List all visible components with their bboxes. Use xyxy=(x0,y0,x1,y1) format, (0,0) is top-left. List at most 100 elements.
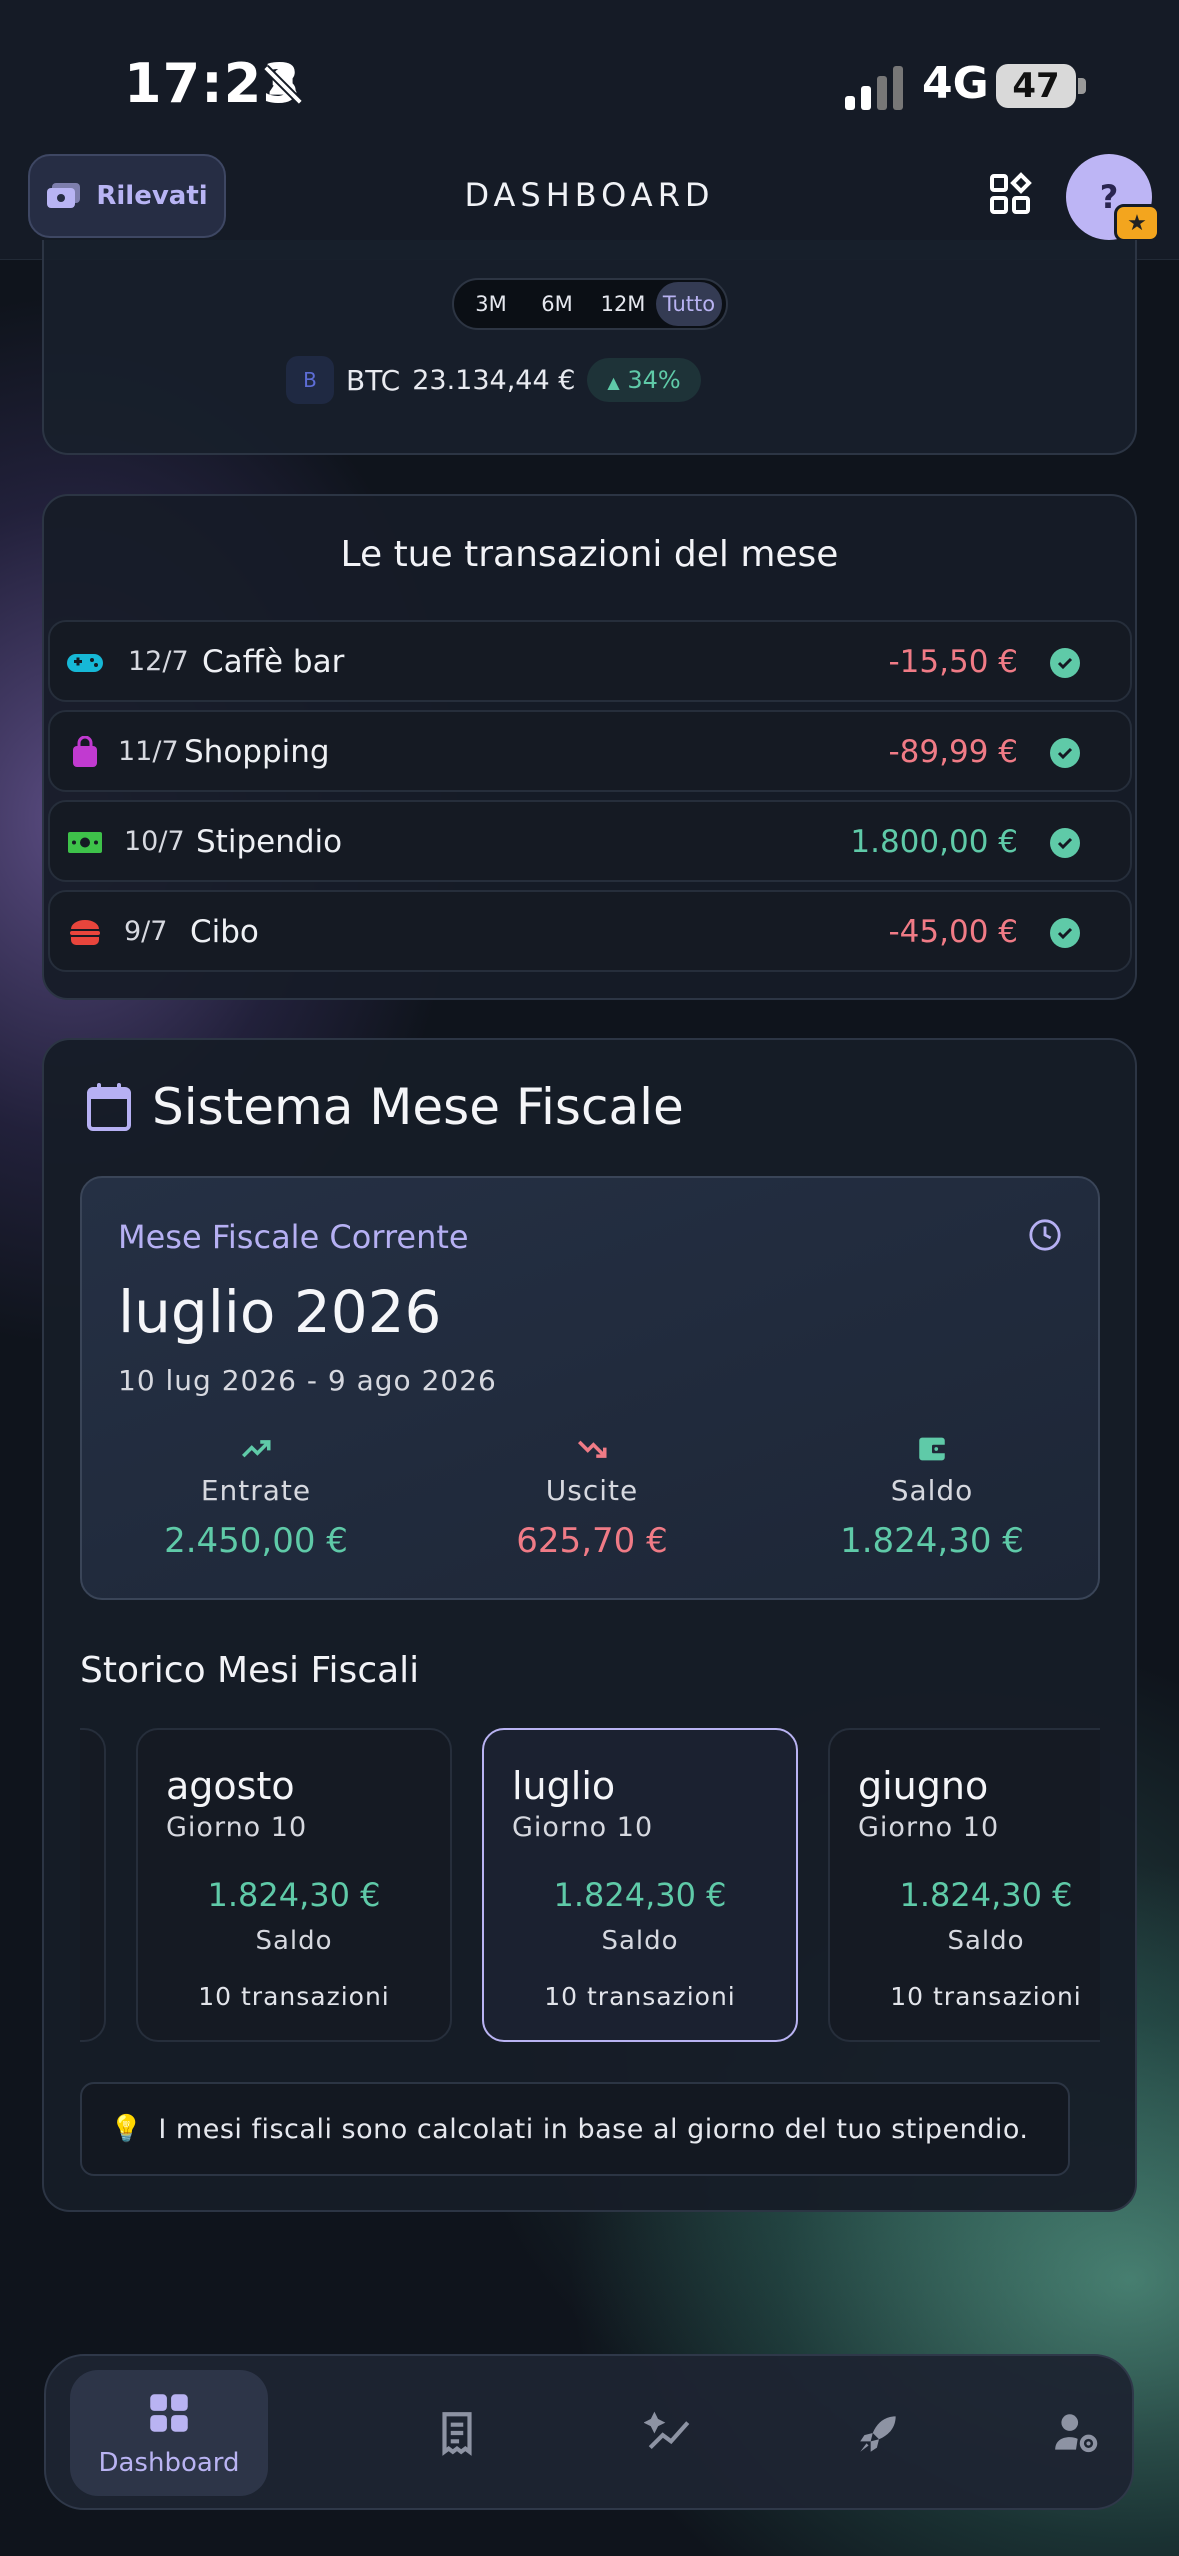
nav-profile-settings[interactable] xyxy=(1026,2370,1126,2496)
transaction-row[interactable]: 12/7 Caffè bar -15,50 € xyxy=(48,620,1132,702)
burger-icon xyxy=(70,920,100,945)
gamepad-icon xyxy=(67,654,103,672)
trending-up-icon xyxy=(241,1440,271,1458)
asset-value: 23.134,44 € xyxy=(412,364,576,396)
transaction-amount: -89,99 € xyxy=(888,734,1018,770)
battery-indicator: 47 xyxy=(996,64,1076,108)
signal-icon xyxy=(845,66,903,110)
range-option-6m[interactable]: 6M xyxy=(524,282,590,326)
history-amount-label: Saldo xyxy=(947,1926,1025,1956)
range-option-all[interactable]: Tutto xyxy=(656,282,722,326)
history-amount-label: Saldo xyxy=(601,1926,679,1956)
bell-muted-icon xyxy=(263,65,303,105)
trending-down-icon xyxy=(577,1440,607,1458)
history-day: Giorno 10 xyxy=(858,1812,1000,1843)
transactions-card: Le tue transazioni del mese 12/7 Caffè b… xyxy=(42,494,1137,1000)
history-card-partial[interactable] xyxy=(80,1728,106,2042)
history-month: luglio xyxy=(512,1764,616,1808)
history-transactions: 10 transazioni xyxy=(890,1982,1082,2011)
nav-dashboard-label: Dashboard xyxy=(98,2448,240,2478)
current-fiscal-range: 10 lug 2026 - 9 ago 2026 xyxy=(118,1364,497,1397)
network-type: 4G xyxy=(922,58,989,109)
stat-label: Uscite xyxy=(545,1474,639,1507)
transaction-amount: 1.800,00 € xyxy=(850,824,1018,860)
history-month: agosto xyxy=(166,1764,295,1808)
history-card[interactable]: giugno Giorno 10 1.824,30 € Saldo 10 tra… xyxy=(828,1728,1100,2042)
transaction-name: Shopping xyxy=(184,734,330,770)
history-transactions: 10 transazioni xyxy=(544,1982,736,2011)
stat-label: Saldo xyxy=(890,1474,974,1507)
current-fiscal-month: Mese Fiscale Corrente luglio 2026 10 lug… xyxy=(80,1176,1100,1600)
transaction-name: Caffè bar xyxy=(202,644,345,680)
asset-change-value: 34% xyxy=(627,366,681,394)
bitcoin-icon: B xyxy=(286,356,334,404)
rocket-icon xyxy=(860,2416,896,2452)
transaction-row[interactable]: 9/7 Cibo -45,00 € xyxy=(48,890,1132,972)
lightbulb-icon: 💡 xyxy=(110,2114,143,2144)
check-icon xyxy=(1050,828,1080,858)
history-card-selected[interactable]: luglio Giorno 10 1.824,30 € Saldo 10 tra… xyxy=(482,1728,798,2042)
nav-insights[interactable] xyxy=(606,2370,732,2496)
transaction-name: Stipendio xyxy=(196,824,343,860)
current-fiscal-label: Mese Fiscale Corrente xyxy=(118,1218,469,1256)
fiscal-section-title: Sistema Mese Fiscale xyxy=(152,1078,684,1136)
nav-goals[interactable] xyxy=(816,2370,942,2496)
transaction-date: 9/7 xyxy=(124,916,168,947)
transaction-date: 10/7 xyxy=(124,826,185,857)
transactions-title: Le tue transazioni del mese xyxy=(340,534,839,575)
history-card[interactable]: agosto Giorno 10 1.824,30 € Saldo 10 tra… xyxy=(136,1728,452,2042)
range-selector: 3M 6M 12M Tutto xyxy=(452,278,728,330)
stat-value: 625,70 € xyxy=(516,1521,668,1561)
history-amount: 1.824,30 € xyxy=(207,1876,381,1914)
history-amount: 1.824,30 € xyxy=(553,1876,727,1914)
bottom-navigation: Dashboard xyxy=(44,2354,1134,2510)
stat-value: 1.824,30 € xyxy=(840,1521,1024,1561)
nav-transactions[interactable] xyxy=(394,2370,520,2496)
range-option-12m[interactable]: 12M xyxy=(590,282,656,326)
transaction-date: 12/7 xyxy=(128,646,189,677)
dashboard-grid-icon xyxy=(150,2394,188,2432)
nav-dashboard[interactable]: Dashboard xyxy=(70,2370,268,2496)
fiscal-tip: 💡 I mesi fiscali sono calcolati in base … xyxy=(80,2082,1070,2176)
transaction-row[interactable]: 10/7 Stipendio 1.800,00 € xyxy=(48,800,1132,882)
history-transactions: 10 transazioni xyxy=(198,1982,390,2011)
portfolio-chart-card xyxy=(42,240,1137,455)
stat-balance: Saldo 1.824,30 € xyxy=(782,1432,1082,1561)
history-month: giugno xyxy=(858,1764,989,1808)
transaction-date: 11/7 xyxy=(118,736,179,767)
transaction-amount: -45,00 € xyxy=(888,914,1018,950)
asset-symbol: BTC xyxy=(346,363,401,397)
fiscal-month-card: Sistema Mese Fiscale Mese Fiscale Corren… xyxy=(42,1038,1137,2212)
history-amount: 1.824,30 € xyxy=(899,1876,1073,1914)
battery-nub xyxy=(1078,78,1086,94)
arrow-up-icon: ▲ xyxy=(607,373,620,392)
transaction-row[interactable]: 11/7 Shopping -89,99 € xyxy=(48,710,1132,792)
stat-value: 2.450,00 € xyxy=(164,1521,348,1561)
history-day: Giorno 10 xyxy=(512,1812,654,1843)
transaction-name: Cibo xyxy=(190,914,259,950)
stat-expenses: Uscite 625,70 € xyxy=(442,1432,742,1561)
check-icon xyxy=(1050,738,1080,768)
user-settings-icon xyxy=(1055,2414,1098,2453)
range-option-3m[interactable]: 3M xyxy=(458,282,524,326)
calendar-icon xyxy=(87,1083,131,1131)
history-amount-label: Saldo xyxy=(255,1926,333,1956)
history-day: Giorno 10 xyxy=(166,1812,308,1843)
asset-change-badge: ▲ 34% xyxy=(587,358,701,402)
sparkle-chart-icon xyxy=(644,2411,690,2450)
stat-label: Entrate xyxy=(200,1474,312,1507)
history-carousel[interactable]: agosto Giorno 10 1.824,30 € Saldo 10 tra… xyxy=(80,1728,1100,2044)
widgets-icon[interactable] xyxy=(986,170,1034,218)
shopping-bag-icon xyxy=(73,736,97,767)
history-title: Storico Mesi Fiscali xyxy=(80,1650,420,1691)
receipt-icon xyxy=(442,2412,472,2456)
fiscal-tip-text: I mesi fiscali sono calcolati in base al… xyxy=(158,2113,1029,2145)
status-bar: 17:23 4G 47 xyxy=(0,0,1179,150)
check-icon xyxy=(1050,648,1080,678)
check-icon xyxy=(1050,918,1080,948)
asset-row[interactable]: B BTC 23.134,44 € ▲ 34% xyxy=(286,356,701,404)
star-badge-icon: ★ xyxy=(1114,204,1160,242)
clock-icon[interactable] xyxy=(1028,1218,1062,1252)
stat-income: Entrate 2.450,00 € xyxy=(106,1432,406,1561)
money-icon xyxy=(68,832,102,853)
